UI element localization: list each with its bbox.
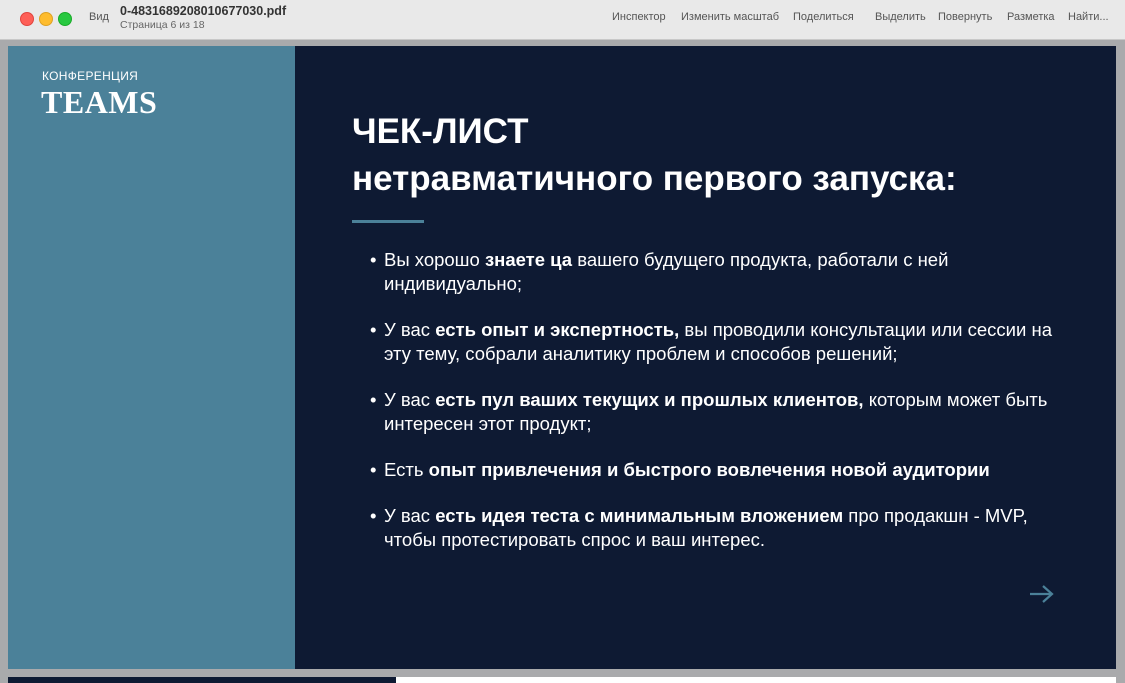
slide-page: КОНФЕРЕНЦИЯ TEAMS ЧЕК-ЛИСТ нетравматично… [8, 46, 1116, 669]
fullscreen-window-button[interactable] [58, 12, 72, 26]
title-bar: Вид 0-4831689208010677030.pdf Страница 6… [0, 0, 1125, 40]
document-title: 0-4831689208010677030.pdf [120, 4, 287, 18]
page-indicator: Страница 6 из 18 [120, 19, 205, 31]
checklist-item: У вас есть опыт и экспертность, вы прово… [370, 318, 1060, 366]
markup-button[interactable]: Разметка [1007, 11, 1055, 23]
next-page-thumbnail-light [396, 677, 1116, 683]
brand-caption: КОНФЕРЕНЦИЯ [42, 69, 139, 83]
slide-side-panel: КОНФЕРЕНЦИЯ TEAMS [8, 46, 295, 669]
heading-line-2: нетравматичного первого запуска: [352, 159, 957, 198]
minimize-window-button[interactable] [39, 12, 53, 26]
next-page-thumbnail [8, 677, 396, 683]
view-menu-button[interactable]: Вид [89, 11, 109, 23]
checklist: Вы хорошо знаете ца вашего будущего прод… [370, 248, 1060, 574]
accent-divider [352, 220, 424, 223]
rotate-button[interactable]: Повернуть [938, 11, 992, 23]
select-button[interactable]: Выделить [875, 11, 926, 23]
find-button[interactable]: Найти... [1068, 11, 1109, 23]
document-viewport[interactable]: КОНФЕРЕНЦИЯ TEAMS ЧЕК-ЛИСТ нетравматично… [0, 40, 1125, 683]
checklist-item: Есть опыт привлечения и быстрого вовлече… [370, 458, 1060, 482]
pdf-viewer-window: Вид 0-4831689208010677030.pdf Страница 6… [0, 0, 1125, 683]
zoom-button[interactable]: Изменить масштаб [681, 11, 779, 23]
checklist-item: У вас есть идея теста с минимальным влож… [370, 504, 1060, 552]
heading-line-1: ЧЕК-ЛИСТ [352, 112, 529, 151]
checklist-item: Вы хорошо знаете ца вашего будущего прод… [370, 248, 1060, 296]
share-button[interactable]: Поделиться [793, 11, 854, 23]
checklist-item: У вас есть пул ваших текущих и прошлых к… [370, 388, 1060, 436]
inspector-button[interactable]: Инспектор [612, 11, 666, 23]
slide-heading: ЧЕК-ЛИСТ нетравматичного первого запуска… [352, 108, 957, 202]
arrow-right-icon [1030, 585, 1054, 603]
close-window-button[interactable] [20, 12, 34, 26]
brand-logo-text: TEAMS [41, 84, 158, 120]
